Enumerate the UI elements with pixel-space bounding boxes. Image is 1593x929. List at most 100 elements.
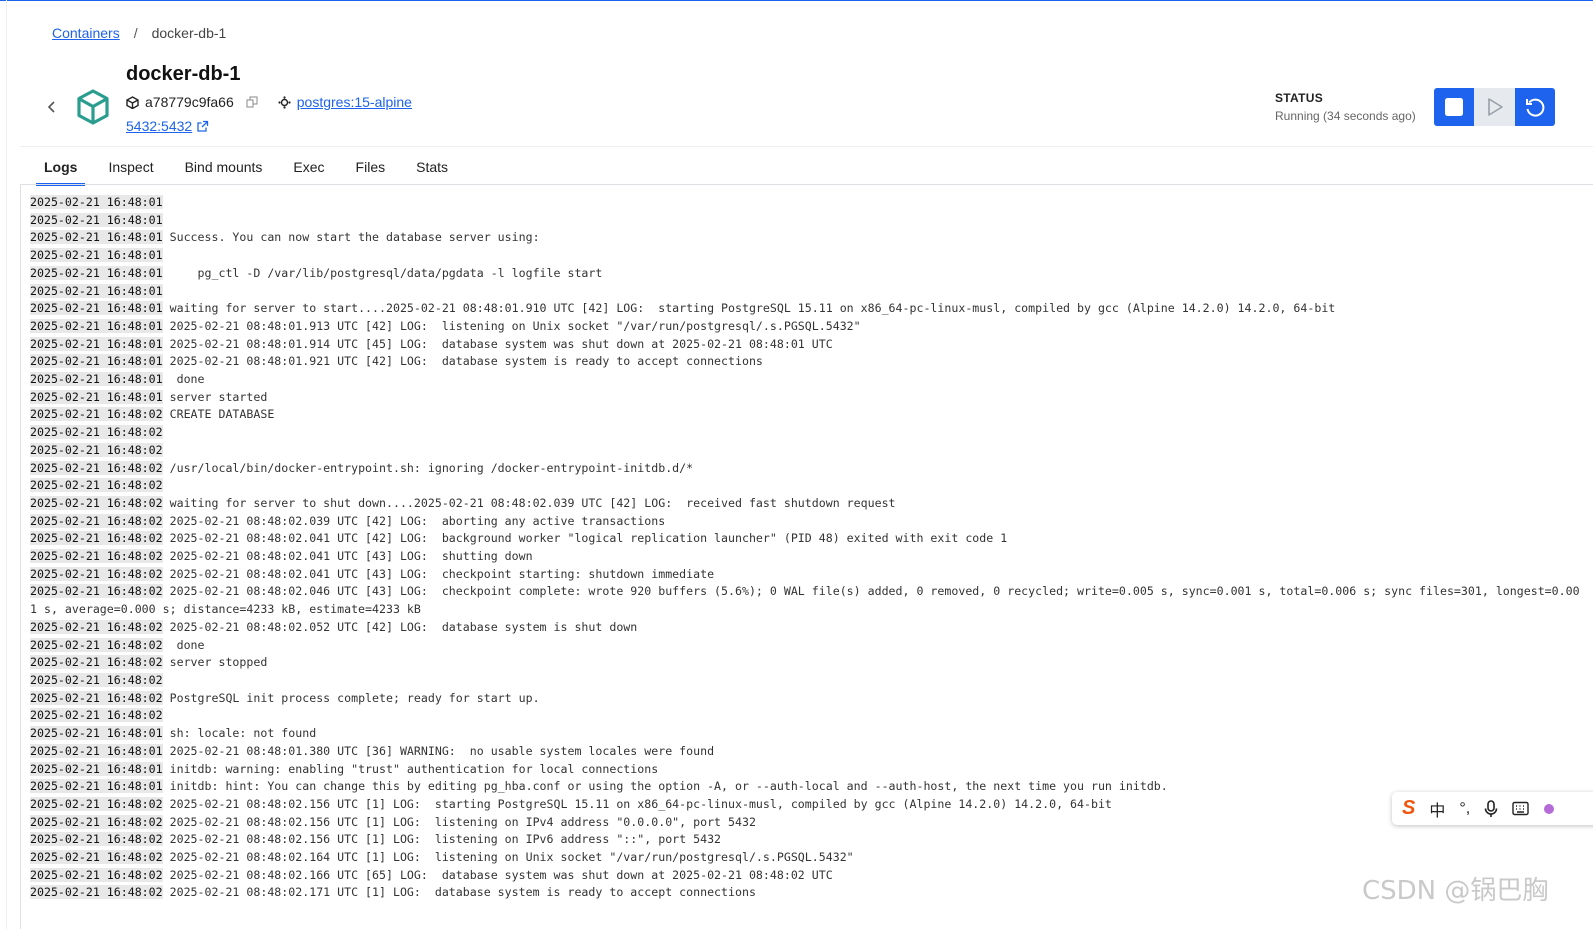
log-message: server stopped <box>169 655 268 670</box>
log-timestamp: 2025-02-21 16:48:01 <box>30 743 163 758</box>
log-message: 2025-02-21 08:48:02.039 UTC [42] LOG: ab… <box>169 513 666 528</box>
log-viewer[interactable]: 2025-02-21 16:48:01 2025-02-21 16:48:01 … <box>20 185 1593 929</box>
log-line: 2025-02-21 16:48:02 2025-02-21 08:48:02.… <box>30 814 1580 832</box>
log-line: 2025-02-21 16:48:01 <box>30 212 1580 230</box>
log-timestamp: 2025-02-21 16:48:02 <box>30 637 163 652</box>
log-timestamp: 2025-02-21 16:48:01 <box>30 389 163 404</box>
log-timestamp: 2025-02-21 16:48:02 <box>30 531 163 546</box>
restart-icon <box>1526 98 1545 117</box>
restart-button[interactable] <box>1515 88 1555 126</box>
container-name: docker-db-1 <box>126 63 241 85</box>
log-line: 2025-02-21 16:48:02 2025-02-21 08:48:02.… <box>30 884 1580 902</box>
microphone-icon[interactable] <box>1484 799 1498 818</box>
log-message: Success. You can now start the database … <box>169 230 540 245</box>
log-line: 2025-02-21 16:48:01 2025-02-21 08:48:01.… <box>30 318 1580 336</box>
log-line: 2025-02-21 16:48:02 <box>30 672 1580 690</box>
log-timestamp: 2025-02-21 16:48:01 <box>30 265 163 280</box>
breadcrumb-containers-link[interactable]: Containers <box>52 25 120 41</box>
tab-files[interactable]: Files <box>356 157 386 185</box>
log-timestamp: 2025-02-21 16:48:01 <box>30 212 163 227</box>
ime-logo[interactable]: S <box>1402 797 1415 820</box>
image-link[interactable]: postgres:15-alpine <box>297 94 412 110</box>
tab-bar: Logs Inspect Bind mounts Exec Files Stat… <box>35 157 479 186</box>
start-button[interactable] <box>1474 88 1515 126</box>
log-message: 2025-02-21 08:48:01.913 UTC [42] LOG: li… <box>169 318 861 333</box>
tab-bind-mounts[interactable]: Bind mounts <box>185 157 263 185</box>
tab-logs[interactable]: Logs <box>35 157 87 186</box>
tab-inspect[interactable]: Inspect <box>108 157 153 185</box>
tab-stats[interactable]: Stats <box>416 157 448 185</box>
log-timestamp: 2025-02-21 16:48:02 <box>30 655 163 670</box>
log-message: waiting for server to shut down....2025-… <box>169 495 896 510</box>
ime-toolbar: S 中 °, <box>1392 792 1593 825</box>
skin-icon[interactable] <box>1543 802 1555 816</box>
log-line: 2025-02-21 16:48:02 2025-02-21 08:48:02.… <box>30 867 1580 885</box>
log-timestamp: 2025-02-21 16:48:02 <box>30 690 163 705</box>
log-line: 2025-02-21 16:48:02 <box>30 442 1580 460</box>
breadcrumb-separator: / <box>133 25 138 41</box>
log-timestamp: 2025-02-21 16:48:02 <box>30 850 163 865</box>
log-line: 2025-02-21 16:48:01 <box>30 247 1580 265</box>
log-timestamp: 2025-02-21 16:48:02 <box>30 584 163 599</box>
log-line: 2025-02-21 16:48:02 server stopped <box>30 654 1580 672</box>
copy-id-button[interactable] <box>246 96 258 108</box>
log-message: 2025-02-21 08:48:02.041 UTC [43] LOG: sh… <box>169 549 533 564</box>
ime-lang-toggle[interactable]: 中 <box>1429 797 1445 821</box>
image-icon <box>278 95 291 109</box>
log-message: 2025-02-21 08:48:02.041 UTC [43] LOG: ch… <box>169 566 715 581</box>
back-button[interactable] <box>44 96 60 118</box>
log-line: 2025-02-21 16:48:01 2025-02-21 08:48:01.… <box>30 336 1580 354</box>
log-line: 2025-02-21 16:48:01 <box>30 283 1580 301</box>
log-line: 2025-02-21 16:48:01 server started <box>30 389 1580 407</box>
stop-button[interactable] <box>1434 88 1474 126</box>
container-id-icon <box>126 95 139 109</box>
log-message: 2025-02-21 08:48:02.046 UTC [43] LOG: ch… <box>30 584 1580 617</box>
log-timestamp: 2025-02-21 16:48:01 <box>30 230 163 245</box>
log-timestamp: 2025-02-21 16:48:01 <box>30 779 163 794</box>
keyboard-icon[interactable] <box>1512 801 1529 816</box>
log-line: 2025-02-21 16:48:02 PostgreSQL init proc… <box>30 690 1580 708</box>
tab-exec[interactable]: Exec <box>293 157 324 185</box>
port-link[interactable]: 5432:5432 <box>126 118 192 134</box>
chevron-left-icon <box>47 101 55 113</box>
log-timestamp: 2025-02-21 16:48:02 <box>30 460 163 475</box>
log-line: 2025-02-21 16:48:01 pg_ctl -D /var/lib/p… <box>30 265 1580 283</box>
log-message: 2025-02-21 08:48:01.914 UTC [45] LOG: da… <box>169 336 833 351</box>
log-message: sh: locale: not found <box>169 726 317 741</box>
log-timestamp: 2025-02-21 16:48:02 <box>30 566 163 581</box>
log-line: 2025-02-21 16:48:02 2025-02-21 08:48:02.… <box>30 548 1580 566</box>
log-line: 2025-02-21 16:48:02 <box>30 707 1580 725</box>
log-line: 2025-02-21 16:48:02 <box>30 424 1580 442</box>
external-link-icon[interactable] <box>196 120 209 133</box>
log-message: 2025-02-21 08:48:02.164 UTC [1] LOG: lis… <box>169 850 854 865</box>
log-timestamp: 2025-02-21 16:48:02 <box>30 867 163 882</box>
container-id: a78779c9fa66 <box>145 94 234 110</box>
log-timestamp: 2025-02-21 16:48:02 <box>30 513 163 528</box>
log-timestamp: 2025-02-21 16:48:02 <box>30 425 163 440</box>
header-divider <box>20 146 1593 147</box>
top-accent-line <box>0 0 1593 1</box>
log-message: initdb: warning: enabling "trust" authen… <box>169 761 659 776</box>
log-timestamp: 2025-02-21 16:48:02 <box>30 407 163 422</box>
log-line: 2025-02-21 16:48:02 2025-02-21 08:48:02.… <box>30 583 1580 618</box>
log-timestamp: 2025-02-21 16:48:01 <box>30 195 163 209</box>
ime-punct-toggle[interactable]: °, <box>1459 800 1470 818</box>
container-cube-icon <box>76 89 110 125</box>
log-line: 2025-02-21 16:48:01 sh: locale: not foun… <box>30 725 1580 743</box>
log-line: 2025-02-21 16:48:02 CREATE DATABASE <box>30 406 1580 424</box>
watermark: CSDN @锅巴胸 <box>1362 876 1549 906</box>
log-line: 2025-02-21 16:48:01 Success. You can now… <box>30 229 1580 247</box>
log-timestamp: 2025-02-21 16:48:02 <box>30 478 163 493</box>
log-line: 2025-02-21 16:48:01 <box>30 194 1580 212</box>
log-message: 2025-02-21 08:48:02.041 UTC [42] LOG: ba… <box>169 531 1008 546</box>
log-line: 2025-02-21 16:48:02 /usr/local/bin/docke… <box>30 460 1580 478</box>
log-timestamp: 2025-02-21 16:48:02 <box>30 708 163 723</box>
log-timestamp: 2025-02-21 16:48:02 <box>30 814 163 829</box>
copy-icon <box>246 96 258 108</box>
log-message: 2025-02-21 08:48:02.166 UTC [65] LOG: da… <box>169 867 833 882</box>
log-timestamp: 2025-02-21 16:48:01 <box>30 301 163 316</box>
breadcrumb: Containers / docker-db-1 <box>52 25 226 41</box>
left-divider <box>6 0 7 929</box>
log-timestamp: 2025-02-21 16:48:02 <box>30 885 163 900</box>
log-message: waiting for server to start....2025-02-2… <box>169 301 1336 316</box>
